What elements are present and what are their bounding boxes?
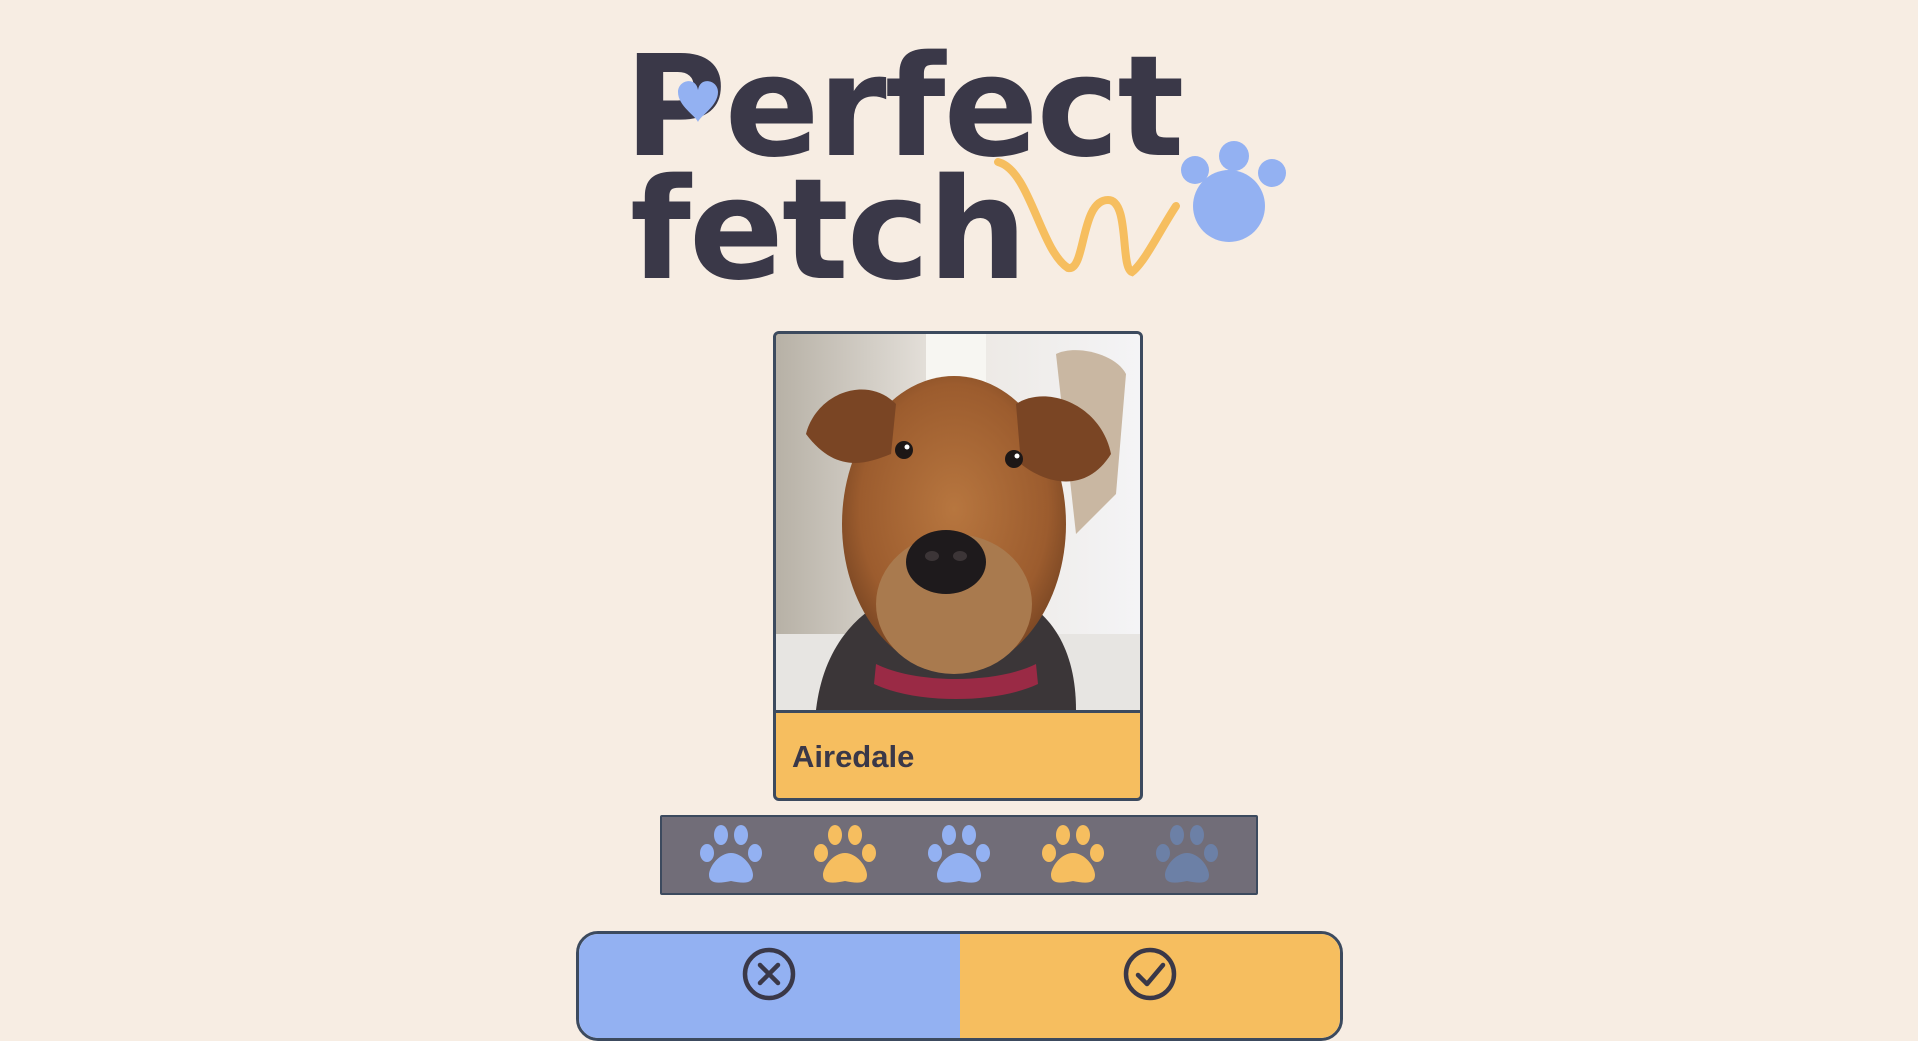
logo-line-fetch: fetch	[630, 149, 1025, 290]
paw-rating-4[interactable]	[1037, 823, 1109, 887]
dog-photo	[776, 334, 1140, 713]
paw-rating-3[interactable]	[923, 823, 995, 887]
paw-rating-5[interactable]	[1151, 823, 1223, 887]
paw-rating-2[interactable]	[809, 823, 881, 887]
dog-card[interactable]: Airedale	[773, 331, 1143, 801]
app-logo: Perfect fetch	[624, 26, 1300, 312]
breed-name: Airedale	[792, 739, 915, 774]
paw-icon	[700, 825, 762, 883]
paw-icon	[1156, 825, 1218, 883]
paw-icon	[814, 825, 876, 883]
paw-icon	[928, 825, 990, 883]
reject-button[interactable]	[579, 934, 960, 1038]
paw-icon	[1042, 825, 1104, 883]
paw-rating-bar[interactable]	[660, 815, 1258, 895]
decision-buttons	[576, 931, 1343, 1041]
paw-rating-1[interactable]	[695, 823, 767, 887]
check-circle-icon	[1123, 947, 1176, 1001]
accept-button[interactable]	[959, 934, 1340, 1038]
logo-paw-icon	[1181, 141, 1286, 242]
x-circle-icon	[743, 947, 796, 1001]
